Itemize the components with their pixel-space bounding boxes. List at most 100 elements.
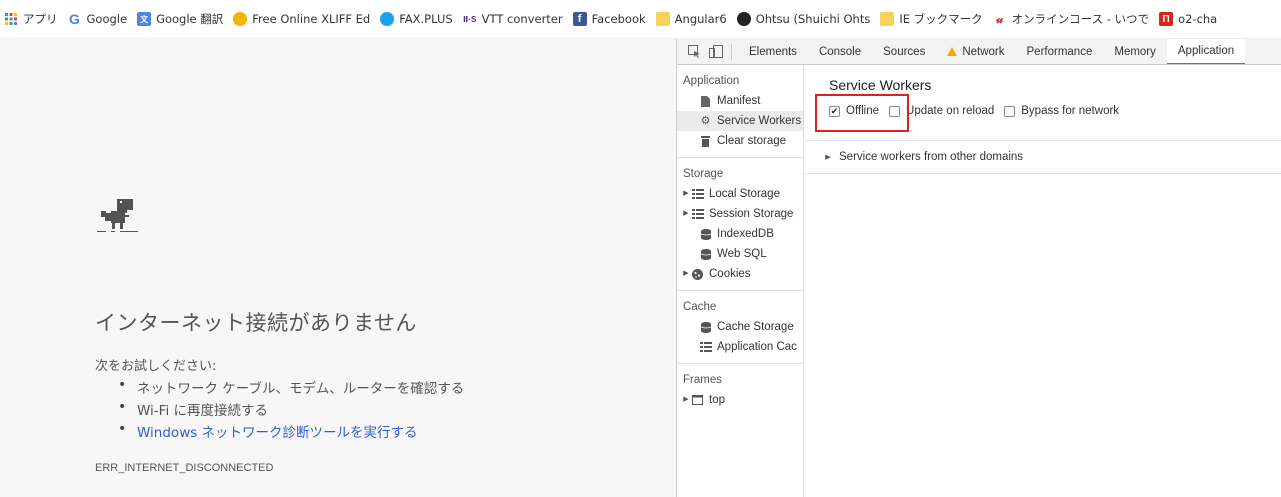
sidebar-item-session-storage[interactable]: ▶ Session Storage xyxy=(677,204,803,224)
sidebar-item-label: Service Workers xyxy=(717,115,802,127)
bookmark-label: アプリ xyxy=(23,12,58,26)
tab-network[interactable]: Network xyxy=(936,39,1015,64)
suggestion-item: Wi-Fi に再度接続する xyxy=(115,399,464,421)
tab-sources[interactable]: Sources xyxy=(872,39,936,64)
inspect-element-icon[interactable] xyxy=(683,41,705,63)
tab-network-label: Network xyxy=(962,45,1005,58)
suggestions-list: ネットワーク ケーブル、モデム、ルーターを確認する Wi-Fi に再度接続する … xyxy=(115,377,464,443)
sidebar-item-manifest[interactable]: Manifest xyxy=(677,91,803,111)
sidebar-item-label: Cache Storage xyxy=(717,321,794,333)
option-label: Update on reload xyxy=(906,105,995,117)
section-title-application: Application xyxy=(683,75,740,87)
facebook-icon: f xyxy=(572,12,587,26)
bookmark-google[interactable]: G Google xyxy=(68,11,128,27)
devtools-panel: Elements Console Sources Network Perform… xyxy=(676,39,1281,497)
suggestion-item: ネットワーク ケーブル、モデム、ルーターを確認する xyxy=(115,377,464,399)
table-icon xyxy=(691,188,704,201)
document-icon xyxy=(699,95,712,108)
sidebar-item-local-storage[interactable]: ▶ Local Storage xyxy=(677,184,803,204)
expand-arrow-icon[interactable]: ▶ xyxy=(823,153,833,161)
table-icon xyxy=(691,208,704,221)
folder-icon xyxy=(655,12,670,26)
error-code: ERR_INTERNET_DISCONNECTED xyxy=(95,462,274,474)
sidebar-item-frame-top[interactable]: ▶ top xyxy=(677,390,803,410)
bookmark-label: Free Online XLIFF Ed xyxy=(252,12,371,26)
bookmark-xliff-editor[interactable]: Free Online XLIFF Ed xyxy=(233,12,370,26)
tab-performance[interactable]: Performance xyxy=(1016,39,1104,64)
sidebar-item-service-workers[interactable]: ⚙ Service Workers xyxy=(677,111,803,131)
expand-arrow-icon[interactable]: ▶ xyxy=(681,184,691,204)
bookmark-label: Google 翻訳 xyxy=(156,12,224,26)
udemy-icon: 𝓊 xyxy=(996,11,1004,26)
sidebar-item-indexeddb[interactable]: IndexedDB xyxy=(677,224,803,244)
bookmark-vtt-converter[interactable]: Ⅱ·S VTT converter xyxy=(463,12,563,26)
sidebar-item-label: Manifest xyxy=(717,95,761,107)
sidebar-item-web-sql[interactable]: Web SQL xyxy=(677,244,803,264)
service-workers-title: Service Workers xyxy=(829,77,932,93)
other-domains-section[interactable]: ▶ Service workers from other domains xyxy=(805,140,1281,174)
fax-plus-icon xyxy=(380,12,395,26)
offline-error-page: インターネット接続がありません 次をお試しください: ネットワーク ケーブル、モ… xyxy=(0,39,676,497)
bookmark-o2[interactable]: П o2-cha xyxy=(1159,12,1217,26)
offline-dino-icon xyxy=(97,199,138,232)
device-toolbar-icon[interactable] xyxy=(705,41,727,63)
other-domains-label: Service workers from other domains xyxy=(839,151,1024,163)
database-icon xyxy=(699,248,712,261)
bypass-for-network-checkbox[interactable] xyxy=(1004,105,1016,117)
expand-arrow-icon[interactable]: ▶ xyxy=(681,390,691,410)
sidebar-item-label: Web SQL xyxy=(717,248,767,260)
tab-console[interactable]: Console xyxy=(808,39,872,64)
sidebar-item-label: Session Storage xyxy=(709,208,794,220)
folder-icon xyxy=(880,12,895,26)
bookmark-udemy[interactable]: 𝓊 オンラインコース - いつで xyxy=(993,11,1149,27)
sidebar-item-label: IndexedDB xyxy=(717,228,774,240)
bookmark-angular6[interactable]: Angular6 xyxy=(655,12,727,26)
tab-memory[interactable]: Memory xyxy=(1103,39,1167,64)
bookmark-label: Ohtsu (Shuichi Ohts xyxy=(755,12,871,26)
update-on-reload-checkbox[interactable] xyxy=(889,105,901,117)
sidebar-item-label: Clear storage xyxy=(717,135,787,147)
suggestions-heading: 次をお試しください: xyxy=(95,359,217,374)
sidebar-item-clear-storage[interactable]: Clear storage xyxy=(677,131,803,151)
sidebar-item-cache-storage[interactable]: Cache Storage xyxy=(677,317,803,337)
bookmark-label: IE ブックマーク xyxy=(899,12,983,26)
offline-checkbox[interactable]: ✔ xyxy=(829,105,840,117)
bypass-for-network-option[interactable]: Bypass for network xyxy=(1004,105,1119,117)
tab-application[interactable]: Application xyxy=(1166,39,1246,64)
error-title: インターネット接続がありません xyxy=(95,311,417,335)
github-icon xyxy=(736,12,751,26)
database-icon xyxy=(699,321,712,334)
tab-separator xyxy=(731,43,732,60)
sidebar-divider xyxy=(677,290,803,291)
sidebar-item-cookies[interactable]: ▶ Cookies xyxy=(677,264,803,284)
bookmark-label: VTT converter xyxy=(481,12,563,26)
bookmark-label: o2-cha xyxy=(1178,12,1218,26)
section-title-storage: Storage xyxy=(683,168,724,180)
run-diagnostics-link[interactable]: Windows ネットワーク診断ツールを実行する xyxy=(115,421,464,443)
update-on-reload-option[interactable]: Update on reload xyxy=(889,105,994,117)
google-translate-icon: 文 xyxy=(137,12,152,26)
sidebar-item-application-cache[interactable]: Application Cac xyxy=(677,337,803,357)
sidebar-item-label: Cookies xyxy=(709,268,751,280)
sidebar-divider xyxy=(677,157,803,158)
bookmark-label: Angular6 xyxy=(674,12,727,26)
bookmark-label: Google xyxy=(86,12,128,26)
bookmark-fax-plus[interactable]: FAX.PLUS xyxy=(380,12,453,26)
offline-option[interactable]: ✔ Offline xyxy=(829,105,879,117)
bookmark-github-ohtsu[interactable]: Ohtsu (Shuichi Ohts xyxy=(736,12,871,26)
expand-arrow-icon[interactable]: ▶ xyxy=(681,264,691,284)
bookmark-google-translate[interactable]: 文 Google 翻訳 xyxy=(137,11,223,27)
bookmark-label: オンラインコース - いつで xyxy=(1011,12,1150,26)
tab-elements[interactable]: Elements xyxy=(738,39,808,64)
expand-arrow-icon[interactable]: ▶ xyxy=(681,204,691,224)
google-g-icon: G xyxy=(69,11,80,27)
bookmark-label: Facebook xyxy=(591,12,646,26)
section-title-frames: Frames xyxy=(683,374,722,386)
bookmark-apps[interactable]: アプリ xyxy=(4,11,58,27)
frame-icon xyxy=(691,394,704,407)
o2-icon: П xyxy=(1159,12,1174,26)
bookmark-ie-folder[interactable]: IE ブックマーク xyxy=(880,11,983,27)
apps-grid-icon xyxy=(4,12,18,26)
bookmark-facebook[interactable]: f Facebook xyxy=(572,12,646,26)
table-icon xyxy=(699,341,712,354)
